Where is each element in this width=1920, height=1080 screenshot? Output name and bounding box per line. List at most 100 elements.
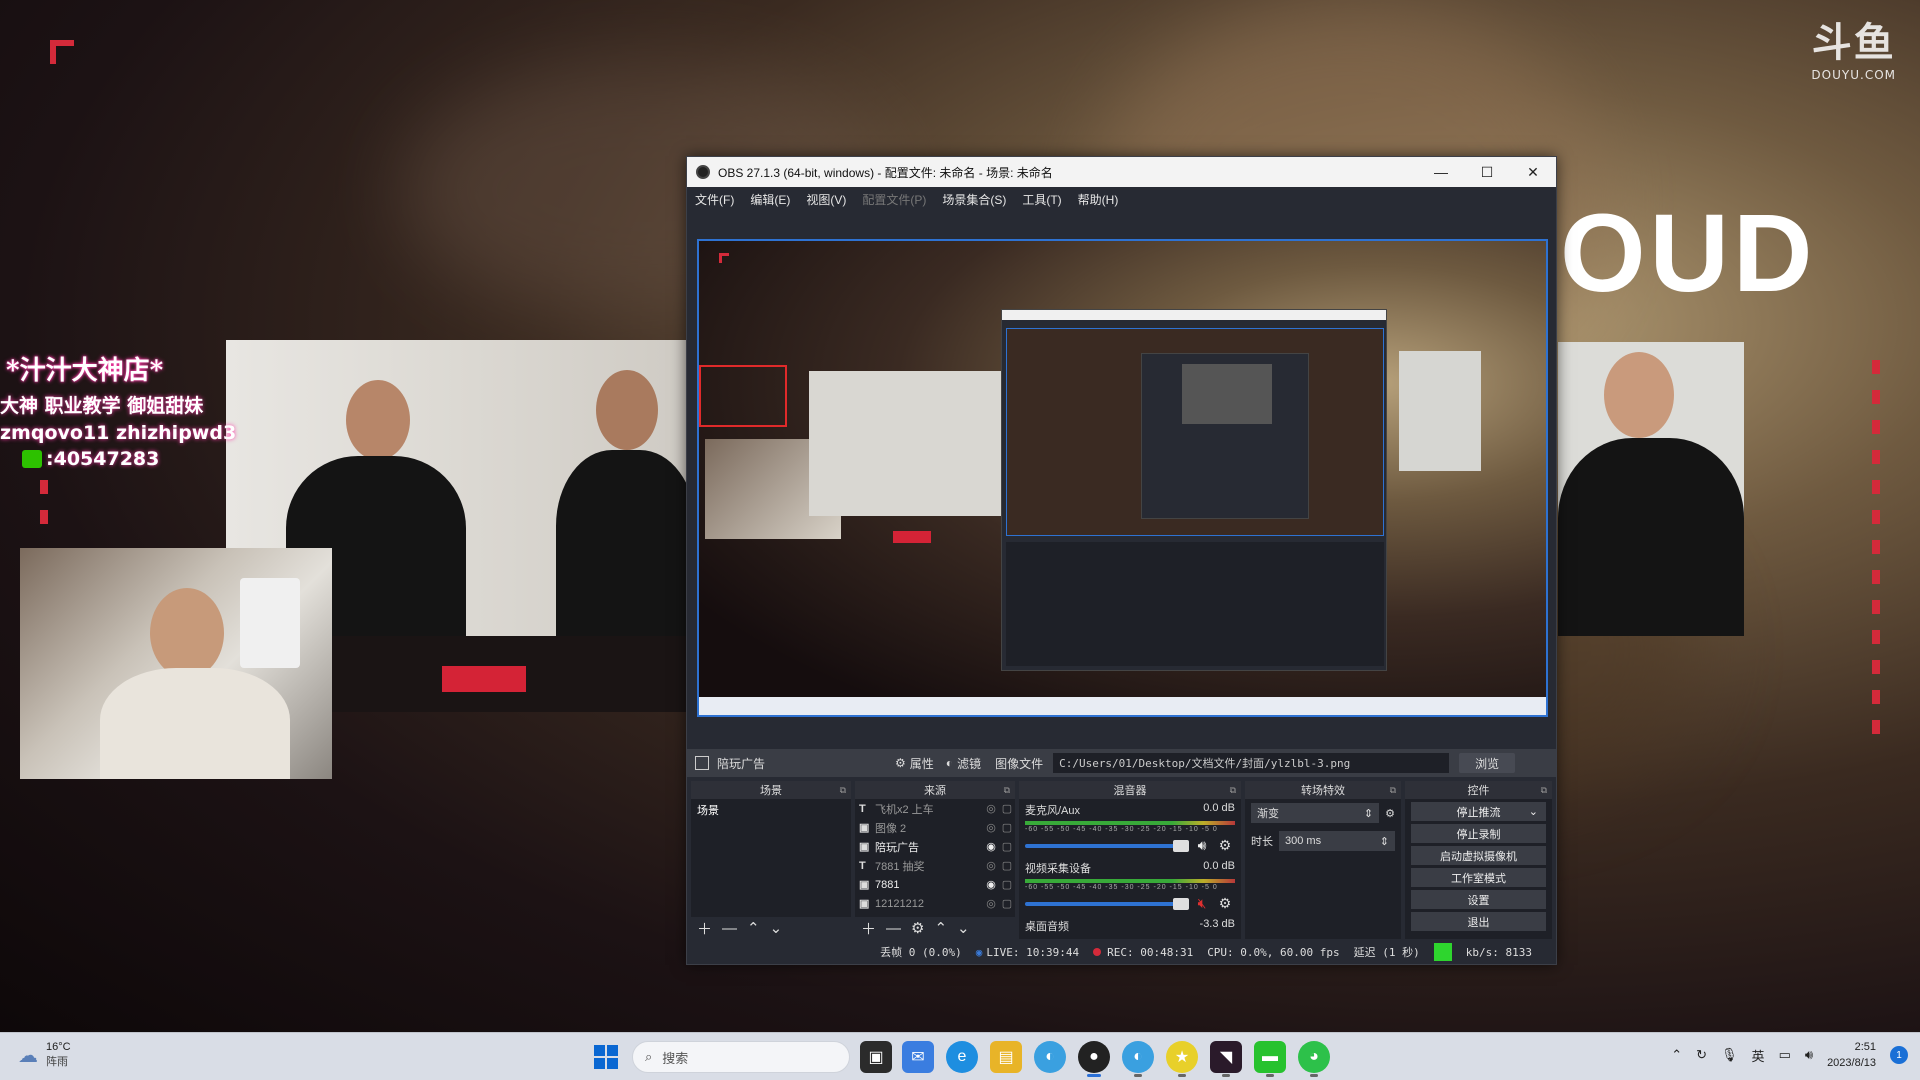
lock-icon[interactable]: ▢	[999, 802, 1015, 815]
visibility-hidden-icon[interactable]: ◎	[983, 897, 999, 910]
dock-float-icon[interactable]: ⧉	[1390, 785, 1396, 796]
task-view-icon[interactable]: ▣	[860, 1041, 892, 1073]
search-placeholder: 搜索	[662, 1050, 689, 1066]
volume-slider[interactable]	[1025, 839, 1189, 852]
dock-float-icon[interactable]: ⧉	[1541, 785, 1547, 796]
clock[interactable]: 2:51 2023/8/13	[1827, 1039, 1876, 1071]
close-button[interactable]: ✕	[1510, 157, 1556, 187]
image-path-field[interactable]: C:/Users/01/Desktop/文档文件/封面/ylzlbl-3.png	[1053, 753, 1450, 773]
dock-float-icon[interactable]: ⧉	[840, 785, 846, 796]
lock-icon[interactable]: ▢	[999, 840, 1015, 853]
start-virtual-camera-button[interactable]: 启动虚拟摄像机	[1411, 846, 1546, 865]
player-head	[596, 370, 658, 450]
source-item[interactable]: ▣ 7881 ◉ ▢	[855, 875, 1015, 894]
duration-spinbox[interactable]: 300 ms ⇕	[1279, 831, 1395, 851]
visibility-hidden-icon[interactable]: ◎	[983, 859, 999, 872]
lock-icon[interactable]: ▢	[999, 821, 1015, 834]
updown-icon[interactable]: ⇕	[1380, 835, 1389, 848]
settings-button[interactable]: 设置	[1411, 890, 1546, 909]
minimize-button[interactable]: —	[1418, 157, 1464, 187]
weather-widget[interactable]: ☁ 16°C 阵雨	[18, 1041, 71, 1069]
windows-start-icon[interactable]	[594, 1045, 618, 1069]
stop-recording-button[interactable]: 停止录制	[1411, 824, 1546, 843]
selected-source-box[interactable]	[699, 365, 787, 427]
app-icon[interactable]: ★	[1166, 1041, 1198, 1077]
sync-icon[interactable]: ↻	[1696, 1047, 1707, 1063]
preview-canvas[interactable]	[697, 239, 1548, 717]
button-label: 停止推流	[1456, 806, 1501, 819]
remove-icon[interactable]: —	[886, 920, 901, 937]
speaker-muted-icon[interactable]: 🔇︎	[1189, 895, 1215, 912]
volume-slider[interactable]	[1025, 897, 1189, 910]
gear-icon[interactable]: ⚙	[1215, 895, 1235, 912]
menu-view[interactable]: 视图(V)	[806, 191, 846, 208]
chevron-up-icon[interactable]: ⌃	[1671, 1047, 1682, 1063]
gear-icon[interactable]: ⚙	[1385, 807, 1395, 820]
source-item[interactable]: ▣ 12121212 ◎ ▢	[855, 894, 1015, 913]
weather-temp: 16°C	[46, 1041, 71, 1053]
obs-taskbar-icon[interactable]: ●	[1078, 1041, 1110, 1077]
input-language[interactable]: 英	[1752, 1046, 1765, 1065]
source-item[interactable]: ▣ 陪玩广告 ◉ ▢	[855, 837, 1015, 856]
gear-icon[interactable]: ⚙	[1215, 837, 1235, 854]
player-head	[1604, 352, 1674, 438]
gear-icon[interactable]: ⚙	[911, 919, 924, 937]
scene-item[interactable]: 场景	[691, 799, 851, 821]
menu-help[interactable]: 帮助(H)	[1078, 191, 1119, 208]
chevron-down-icon[interactable]: ⌄	[1529, 805, 1538, 818]
move-down-icon[interactable]: ⌄	[770, 919, 783, 937]
notification-badge[interactable]: 1	[1890, 1046, 1908, 1064]
add-icon[interactable]: ＋	[861, 918, 876, 939]
move-up-icon[interactable]: ⌃	[747, 919, 760, 937]
network-icon[interactable]: ▭	[1779, 1047, 1791, 1063]
lock-icon[interactable]: ▢	[999, 897, 1015, 910]
speaker-icon[interactable]: 🔊︎	[1189, 837, 1215, 854]
edge-icon[interactable]: e	[946, 1041, 978, 1073]
source-item[interactable]: T 7881 抽奖 ◎ ▢	[855, 856, 1015, 875]
filters-button[interactable]: ◐ 滤镜	[946, 755, 981, 772]
obs-window[interactable]: OBS 27.1.3 (64-bit, windows) - 配置文件: 未命名…	[686, 156, 1557, 965]
slider-knob[interactable]	[1173, 839, 1189, 852]
channel-name: 视频采集设备	[1025, 863, 1091, 875]
file-explorer-icon[interactable]: ▤	[990, 1041, 1022, 1073]
image-source-icon	[695, 756, 709, 770]
menu-edit[interactable]: 编辑(E)	[750, 191, 790, 208]
stop-streaming-button[interactable]: 停止推流 ⌄	[1411, 802, 1546, 821]
menu-scene-collection[interactable]: 场景集合(S)	[942, 191, 1006, 208]
obs-titlebar[interactable]: OBS 27.1.3 (64-bit, windows) - 配置文件: 未命名…	[687, 157, 1556, 187]
bitrate-status: kb/s: 8133	[1465, 945, 1532, 959]
visibility-hidden-icon[interactable]: ◎	[983, 821, 999, 834]
lock-icon[interactable]: ▢	[999, 878, 1015, 891]
feishu-icon[interactable]: ✉	[902, 1041, 934, 1073]
source-item[interactable]: ▣ 图像 2 ◎ ▢	[855, 818, 1015, 837]
menu-file[interactable]: 文件(F)	[695, 191, 734, 208]
lock-icon[interactable]: ▢	[999, 859, 1015, 872]
visibility-icon[interactable]: ◉	[983, 878, 999, 891]
browser-2-icon[interactable]: ◐	[1122, 1041, 1154, 1077]
exit-button[interactable]: 退出	[1411, 912, 1546, 931]
add-icon[interactable]: ＋	[697, 918, 712, 939]
microphone-icon[interactable]: 🎙︎	[1721, 1047, 1738, 1063]
visibility-hidden-icon[interactable]: ◎	[983, 802, 999, 815]
game-launcher-icon[interactable]: ▬	[1254, 1041, 1286, 1077]
wechat-taskbar-icon[interactable]: ◕	[1298, 1041, 1330, 1077]
properties-button[interactable]: ⚙ 属性	[895, 755, 934, 772]
volume-icon[interactable]: 🔊︎	[1805, 1047, 1813, 1063]
browse-button[interactable]: 浏览	[1459, 753, 1516, 773]
source-item[interactable]: T 飞机x2 上车 ◎ ▢	[855, 799, 1015, 818]
taskbar-search[interactable]: ⌕ 搜索	[632, 1041, 850, 1073]
window-title: OBS 27.1.3 (64-bit, windows) - 配置文件: 未命名…	[718, 165, 1053, 180]
studio-mode-button[interactable]: 工作室模式	[1411, 868, 1546, 887]
transition-select[interactable]: 渐变 ⇕	[1251, 803, 1380, 823]
move-up-icon[interactable]: ⌃	[934, 919, 947, 937]
browser-icon[interactable]: ◐	[1034, 1041, 1066, 1073]
visibility-icon[interactable]: ◉	[983, 840, 999, 853]
menu-tools[interactable]: 工具(T)	[1022, 191, 1061, 208]
remove-icon[interactable]: —	[722, 920, 737, 937]
move-down-icon[interactable]: ⌄	[957, 919, 970, 937]
slider-knob[interactable]	[1173, 897, 1189, 910]
dock-float-icon[interactable]: ⧉	[1004, 785, 1010, 796]
maximize-button[interactable]: ☐	[1464, 157, 1510, 187]
dock-float-icon[interactable]: ⧉	[1230, 785, 1236, 796]
game-icon[interactable]: ◥	[1210, 1041, 1242, 1077]
